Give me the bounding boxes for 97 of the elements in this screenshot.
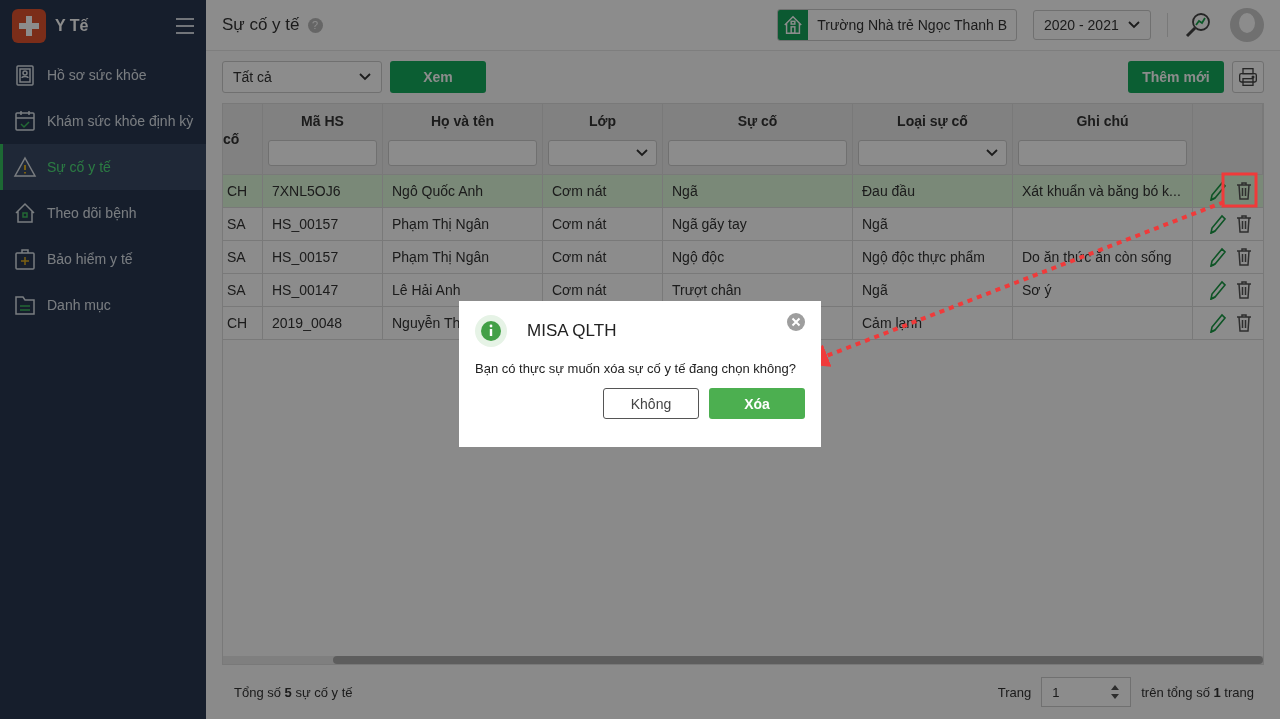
- table-cell: Sơ ý: [1022, 282, 1052, 298]
- table-cell: Nguyễn Th: [392, 315, 461, 331]
- trash-icon[interactable]: [1236, 215, 1252, 233]
- trash-icon[interactable]: [1236, 314, 1252, 332]
- page-input[interactable]: 1: [1041, 677, 1132, 707]
- table-cell: Cơm nát: [552, 282, 607, 298]
- table-cell: Ngã: [862, 216, 888, 232]
- chevron-down-icon: [359, 73, 371, 81]
- table-cell: Xát khuẩn và băng bó k...: [1022, 183, 1181, 199]
- cancel-button[interactable]: Không: [603, 388, 699, 419]
- column-header: Loại sự cố: [897, 112, 968, 131]
- filter-dropdown[interactable]: [858, 140, 1007, 166]
- add-button[interactable]: Thêm mới: [1128, 61, 1224, 93]
- table-cell: SA: [227, 216, 246, 232]
- table-cell: Phạm Thị Ngân: [392, 249, 489, 265]
- analytics-magnifier-icon[interactable]: [1184, 11, 1212, 39]
- dialog-message: Bạn có thực sự muốn xóa sự cố y tế đang chọn không?: [475, 361, 797, 376]
- column-header: Lớp: [588, 112, 617, 131]
- pencil-icon[interactable]: [1208, 247, 1226, 267]
- calendar-icon: [13, 109, 37, 133]
- app-logo-icon: [12, 9, 46, 43]
- page-title: Sự cố y tế: [222, 15, 300, 35]
- printer-icon: [1238, 67, 1258, 87]
- table-cell: SA: [227, 249, 246, 265]
- table-row[interactable]: SA HS_00147 Lê Hải Anh Cơm nát Trượt chân Ngã Sơ ý: [223, 274, 1263, 307]
- pencil-icon[interactable]: [1208, 214, 1226, 234]
- page-total: trên tổng số 1 trang: [1141, 684, 1254, 700]
- print-button[interactable]: [1232, 61, 1264, 93]
- table-row[interactable]: SA HS_00157 Phạm Thị Ngân Cơm nát Ngã gãy tay Ngã: [223, 208, 1263, 241]
- pencil-icon[interactable]: [1208, 313, 1226, 333]
- pencil-icon[interactable]: [1208, 181, 1226, 201]
- page-label: Trang: [997, 684, 1032, 700]
- folder-icon: [13, 293, 37, 317]
- delete-button[interactable]: Xóa: [709, 388, 805, 419]
- column-header: Sự cố: [737, 112, 778, 131]
- table-cell: Cơm nát: [552, 249, 607, 265]
- table-cell: Đau đầu: [862, 183, 915, 199]
- column-header: cố: [223, 130, 240, 149]
- sidebar-item[interactable]: Sự cố y tế: [0, 144, 206, 190]
- sidebar-item[interactable]: Danh mục: [0, 282, 206, 328]
- table-cell: Ngã: [862, 282, 888, 298]
- trash-icon[interactable]: [1236, 182, 1252, 200]
- view-button[interactable]: Xem: [390, 61, 486, 93]
- sidebar-item[interactable]: Bảo hiểm y tế: [0, 236, 206, 282]
- chevron-down-icon: [636, 149, 648, 157]
- table-cell: SA: [227, 282, 246, 298]
- warning-icon: [13, 155, 37, 179]
- column-header: Ghi chú: [1076, 112, 1129, 131]
- chevron-down-icon: [1128, 21, 1140, 29]
- table-cell: 2019_0048: [272, 315, 343, 331]
- close-icon[interactable]: [787, 313, 805, 331]
- table-cell: Phạm Thị Ngân: [392, 216, 489, 232]
- total-count: Tổng số 5 sự cố y tế: [234, 684, 353, 700]
- clipboard-icon: [13, 63, 37, 87]
- table-cell: Trượt chân: [672, 282, 742, 298]
- table-cell: HS_00157: [272, 216, 339, 232]
- trash-icon[interactable]: [1236, 248, 1252, 266]
- medical-case-icon: [13, 247, 37, 271]
- filter-input[interactable]: [268, 140, 377, 166]
- house-icon: [13, 201, 37, 225]
- column-header: Mã HS: [301, 112, 344, 131]
- filter-input[interactable]: [1018, 140, 1187, 166]
- table-cell: Cơm nát: [552, 216, 607, 232]
- table-row[interactable]: CH 7XNL5OJ6 Ngô Quốc Anh Cơm nát Ngã Đau đầu Xát khuẩn và băng bó k...: [223, 175, 1263, 208]
- highlight-frame: [1221, 172, 1258, 208]
- table-cell: Lê Hải Anh: [392, 282, 461, 298]
- table-cell: 7XNL5OJ6: [272, 183, 341, 199]
- avatar-icon[interactable]: [1230, 8, 1264, 42]
- year-dropdown[interactable]: 2020 - 2021: [1033, 10, 1151, 40]
- table-cell: Ngộ độc: [672, 249, 725, 265]
- table-cell: Ngã gãy tay: [672, 216, 747, 232]
- app-title: Y Tế: [55, 17, 90, 35]
- menu-icon[interactable]: [176, 18, 194, 34]
- table-cell: HS_00147: [272, 282, 339, 298]
- pencil-icon[interactable]: [1208, 280, 1226, 300]
- house-icon: [782, 14, 805, 36]
- table-cell: Ngã: [672, 183, 698, 199]
- sidebar-item[interactable]: Theo dõi bệnh: [0, 190, 206, 236]
- table-cell: Ngô Quốc Anh: [392, 183, 484, 199]
- filter-dropdown[interactable]: Tất cả: [222, 61, 382, 93]
- trash-icon[interactable]: [1236, 281, 1252, 299]
- chevron-down-icon: [986, 149, 998, 157]
- school-selector[interactable]: Trường Nhà trẻ Ngọc Thanh B: [777, 9, 1017, 41]
- dialog-title: MISA QLTH: [527, 321, 618, 341]
- table-cell: CH: [227, 315, 248, 331]
- table-cell: Ngộ độc thực phẩm: [862, 249, 985, 265]
- spinner-icon: [1110, 684, 1121, 700]
- table-cell: CH: [227, 183, 248, 199]
- table-cell: HS_00157: [272, 249, 339, 265]
- filter-input[interactable]: [668, 140, 847, 166]
- filter-dropdown[interactable]: [548, 140, 657, 166]
- sidebar-item[interactable]: Hồ sơ sức khỏe: [0, 52, 206, 98]
- column-header: Họ và tên: [431, 112, 494, 131]
- info-icon: [475, 315, 507, 347]
- table-cell: Cơm nát: [552, 183, 607, 199]
- filter-input[interactable]: [388, 140, 537, 166]
- sidebar-item[interactable]: Khám sức khỏe định kỳ: [0, 98, 206, 144]
